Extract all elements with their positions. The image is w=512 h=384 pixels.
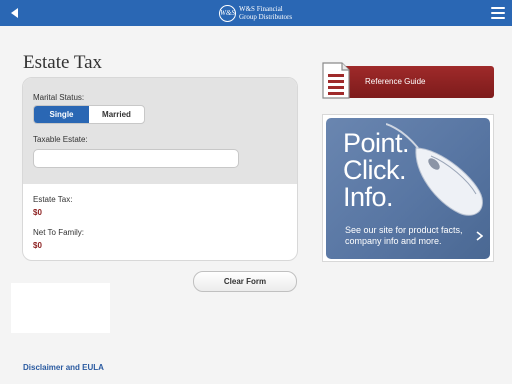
brand-logo: W&S W&S Financial Group Distributors	[219, 3, 292, 23]
brand-name: W&S Financial Group Distributors	[239, 5, 292, 21]
taxable-estate-label: Taxable Estate:	[33, 135, 88, 144]
clear-form-button[interactable]: Clear Form	[193, 271, 297, 292]
menu-icon[interactable]	[491, 7, 505, 19]
single-option[interactable]: Single	[34, 106, 89, 123]
promo-line-2: Click.	[343, 155, 407, 185]
estate-tax-value: $0	[33, 208, 42, 217]
brand-line-2: Group Distributors	[239, 13, 293, 21]
marital-status-toggle: Single Married	[33, 105, 145, 124]
disclaimer-link[interactable]: Disclaimer and EULA	[23, 363, 104, 372]
promo-line-1: Point.	[343, 128, 410, 158]
net-to-family-label: Net To Family:	[33, 228, 84, 237]
promo-panel: Point. Click. Info. See our site for pro…	[326, 118, 490, 259]
estate-tax-label: Estate Tax:	[33, 195, 73, 204]
promo-subtext: See our site for product facts, company …	[345, 225, 463, 246]
blank-area	[11, 283, 110, 333]
page-title: Estate Tax	[23, 52, 103, 73]
input-section: Marital Status: Single Married Taxable E…	[23, 78, 297, 184]
document-icon	[322, 62, 350, 99]
promo-line-3: Info.	[343, 182, 394, 212]
net-to-family-value: $0	[33, 241, 42, 250]
marital-status-label: Marital Status:	[33, 93, 85, 102]
taxable-estate-input[interactable]	[33, 149, 239, 168]
chevron-right-icon	[476, 231, 483, 241]
promo-banner[interactable]: Point. Click. Info. See our site for pro…	[322, 114, 494, 262]
back-icon	[10, 8, 18, 18]
promo-headline: Point. Click. Info.	[343, 128, 410, 212]
top-bar: W&S W&S Financial Group Distributors	[0, 0, 512, 26]
back-button[interactable]	[0, 0, 28, 26]
estate-tax-form: Marital Status: Single Married Taxable E…	[22, 77, 298, 261]
married-option[interactable]: Married	[89, 106, 144, 123]
reference-guide-label: Reference Guide	[365, 77, 426, 86]
brand-line-1: W&S Financial	[239, 5, 283, 13]
brand-seal: W&S	[219, 4, 236, 22]
